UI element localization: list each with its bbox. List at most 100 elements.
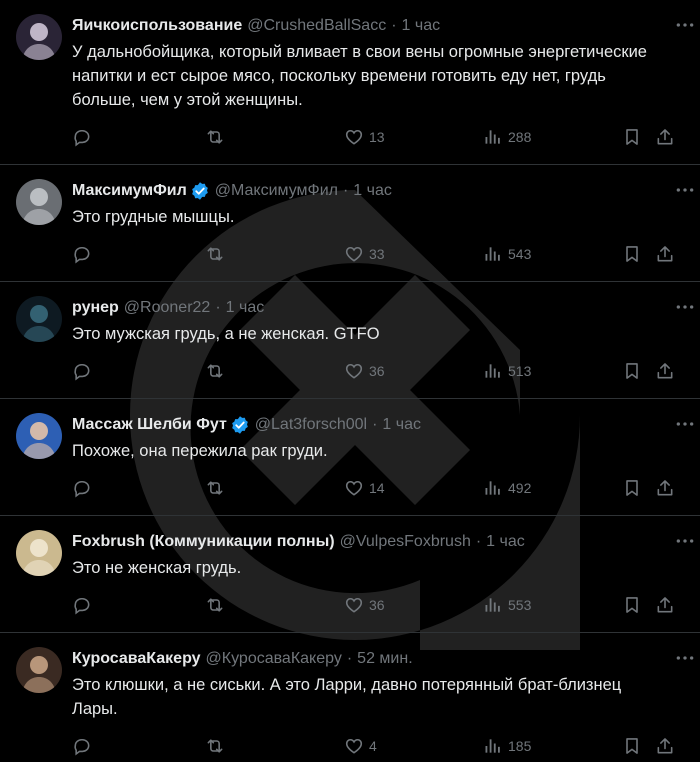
bookmark-button[interactable]	[622, 731, 642, 761]
views-button[interactable]: 513	[483, 356, 531, 386]
like-button[interactable]: 36	[344, 356, 385, 386]
share-button[interactable]	[655, 590, 675, 620]
more-icon[interactable]	[674, 532, 696, 550]
share-icon	[655, 244, 675, 264]
avatar[interactable]	[16, 14, 62, 60]
like-button[interactable]: 33	[344, 239, 385, 269]
author-handle[interactable]: @Rooner22	[124, 297, 211, 319]
avatar[interactable]	[16, 413, 62, 459]
verified-icon	[190, 181, 210, 201]
separator-dot: ·	[391, 17, 397, 34]
tweet[interactable]: МаксимумФил @МаксимумФил · 1 час Это гру…	[0, 165, 700, 282]
views-button[interactable]: 543	[483, 239, 531, 269]
action-bar: 33 543	[72, 239, 684, 269]
timestamp[interactable]: 1 час	[402, 15, 441, 37]
timestamp[interactable]: 1 час	[353, 180, 392, 202]
views-count: 553	[508, 597, 532, 613]
avatar[interactable]	[16, 179, 62, 225]
tweet[interactable]: рунер @Rooner22 · 1 час Это мужская груд…	[0, 282, 700, 399]
tweet-text: У дальнобойщика, который вливает в свои …	[72, 43, 647, 109]
action-bar: 4 185	[72, 731, 684, 761]
reply-button[interactable]	[72, 356, 92, 386]
author-handle[interactable]: @VulpesFoxbrush	[340, 531, 471, 553]
more-icon[interactable]	[674, 415, 696, 433]
bookmark-button[interactable]	[622, 356, 642, 386]
reply-button[interactable]	[72, 473, 92, 503]
like-count: 36	[369, 597, 385, 613]
bookmark-button[interactable]	[622, 590, 642, 620]
author-name[interactable]: рунер	[72, 297, 119, 319]
bookmark-icon	[622, 361, 642, 381]
tweet[interactable]: Яичкоиспользование @CrushedBallSacc · 1 …	[0, 0, 700, 165]
retweet-button[interactable]	[205, 122, 225, 152]
views-button[interactable]: 492	[483, 473, 531, 503]
share-button[interactable]	[655, 122, 675, 152]
reply-button[interactable]	[72, 590, 92, 620]
more-icon[interactable]	[674, 298, 696, 316]
bookmark-icon	[622, 127, 642, 147]
share-button[interactable]	[655, 356, 675, 386]
retweet-button[interactable]	[205, 590, 225, 620]
reply-button[interactable]	[72, 731, 92, 761]
reply-button[interactable]	[72, 122, 92, 152]
views-button[interactable]: 288	[483, 122, 531, 152]
retweet-icon	[205, 361, 225, 381]
views-button[interactable]: 553	[483, 590, 531, 620]
author-handle[interactable]: @КуросаваКакеру	[206, 648, 342, 670]
like-button[interactable]: 13	[344, 122, 385, 152]
retweet-button[interactable]	[205, 239, 225, 269]
more-icon[interactable]	[674, 16, 696, 34]
timestamp[interactable]: 52 мин.	[357, 648, 412, 670]
avatar[interactable]	[16, 530, 62, 576]
share-icon	[655, 736, 675, 756]
like-button[interactable]: 36	[344, 590, 385, 620]
author-handle[interactable]: @Lat3forsch00l	[255, 414, 367, 436]
author-name[interactable]: Яичкоиспользование	[72, 15, 242, 37]
like-button[interactable]: 4	[344, 731, 377, 761]
like-icon	[344, 736, 364, 756]
bookmark-button[interactable]	[622, 473, 642, 503]
retweet-button[interactable]	[205, 356, 225, 386]
author-handle[interactable]: @CrushedBallSacc	[247, 15, 386, 37]
author-handle[interactable]: @МаксимумФил	[215, 180, 338, 202]
views-icon	[483, 127, 503, 147]
retweet-icon	[205, 595, 225, 615]
tweet[interactable]: КуросаваКакеру @КуросаваКакеру · 52 мин.…	[0, 633, 700, 762]
reply-button[interactable]	[72, 239, 92, 269]
retweet-button[interactable]	[205, 731, 225, 761]
retweet-button[interactable]	[205, 473, 225, 503]
tweet-text: Это не женская грудь.	[72, 559, 242, 577]
action-bar: 13 288	[72, 122, 684, 152]
timestamp[interactable]: 1 час	[382, 414, 421, 436]
like-button[interactable]: 14	[344, 473, 385, 503]
timestamp[interactable]: 1 час	[226, 297, 265, 319]
separator-dot: ·	[372, 416, 378, 433]
more-icon[interactable]	[674, 649, 696, 667]
tweet[interactable]: Foxbrush (Коммуникации полны) @VulpesFox…	[0, 516, 700, 633]
author-name[interactable]: МаксимумФил	[72, 180, 187, 202]
more-icon[interactable]	[674, 181, 696, 199]
bookmark-button[interactable]	[622, 122, 642, 152]
share-button[interactable]	[655, 239, 675, 269]
tweet[interactable]: Массаж Шелби Фут @Lat3forsch00l · 1 час …	[0, 399, 700, 516]
share-icon	[655, 361, 675, 381]
views-count: 492	[508, 480, 532, 496]
share-icon	[655, 595, 675, 615]
action-bar: 36 553	[72, 590, 684, 620]
author-name[interactable]: Массаж Шелби Фут	[72, 414, 227, 436]
bookmark-button[interactable]	[622, 239, 642, 269]
author-name[interactable]: КуросаваКакеру	[72, 648, 201, 670]
timestamp[interactable]: 1 час	[486, 531, 525, 553]
bookmark-icon	[622, 736, 642, 756]
views-icon	[483, 244, 503, 264]
share-button[interactable]	[655, 473, 675, 503]
avatar[interactable]	[16, 296, 62, 342]
author-name[interactable]: Foxbrush (Коммуникации полны)	[72, 531, 335, 553]
reply-icon	[72, 127, 92, 147]
views-button[interactable]: 185	[483, 731, 531, 761]
views-count: 543	[508, 246, 532, 262]
reply-feed: Яичкоиспользование @CrushedBallSacc · 1 …	[0, 0, 700, 762]
share-button[interactable]	[655, 731, 675, 761]
avatar[interactable]	[16, 647, 62, 693]
share-icon	[655, 127, 675, 147]
